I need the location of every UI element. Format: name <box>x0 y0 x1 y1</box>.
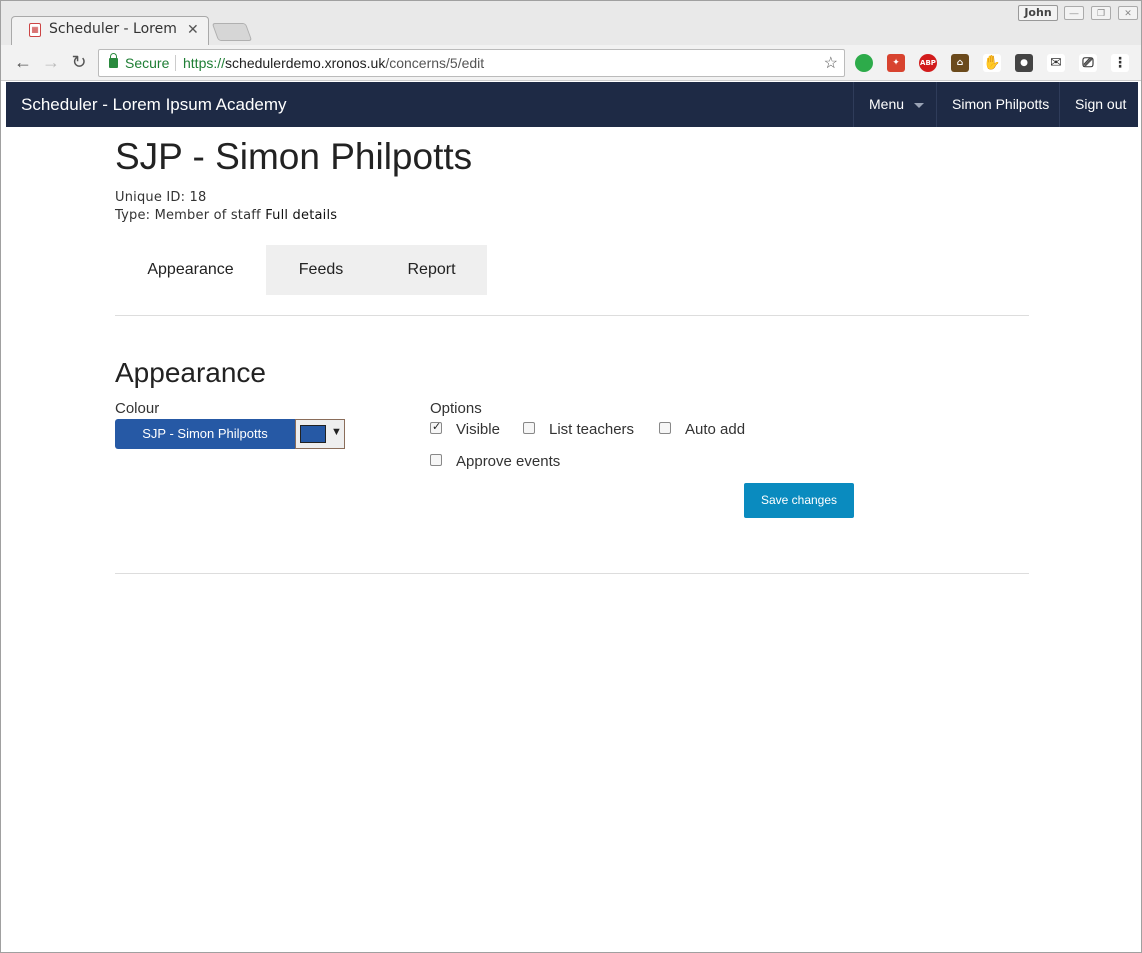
bottom-divider <box>115 573 1029 574</box>
brand-link[interactable]: Scheduler - Lorem Ipsum Academy <box>21 95 287 115</box>
address-separator <box>175 55 176 71</box>
app-navbar: Scheduler - Lorem Ipsum Academy Menu Sim… <box>6 82 1138 127</box>
menu-icon[interactable]: ⋮ <box>1111 54 1129 72</box>
colour-picker[interactable]: ▼ <box>295 419 345 449</box>
minimize-icon[interactable]: — <box>1064 6 1084 20</box>
nav-menu-dropdown[interactable]: Menu <box>853 82 937 127</box>
secure-label: Secure <box>125 55 170 71</box>
approve-events-checkbox[interactable] <box>430 454 442 466</box>
url-host: schedulerdemo.xronos.uk <box>225 55 386 71</box>
divider <box>115 315 1029 316</box>
new-tab-button[interactable] <box>211 23 253 41</box>
nav-user-link[interactable]: Simon Philpotts <box>936 82 1060 127</box>
tab-title: Scheduler - Lorem Ipsum Academy <box>49 21 179 37</box>
cast-icon[interactable]: ⎚ <box>1079 54 1097 72</box>
mail-check-icon[interactable]: ✉ <box>1047 54 1065 72</box>
approve-events-label: Approve events <box>456 453 561 470</box>
visible-label: Visible <box>456 421 500 438</box>
close-tab-icon[interactable]: ✕ <box>187 21 199 38</box>
lock-icon <box>109 53 118 68</box>
bookmark-star-icon[interactable]: ☆ <box>824 53 838 73</box>
address-bar[interactable]: Secure https://schedulerdemo.xronos.uk/c… <box>98 49 845 77</box>
section-heading: Appearance <box>115 357 267 388</box>
tab-report[interactable]: Report <box>376 245 487 295</box>
unique-id-text: Unique ID: 18 <box>115 190 207 205</box>
browser-window: ▦ Scheduler - Lorem Ipsum Academy ✕ John… <box>0 0 1142 953</box>
full-details-link[interactable]: Full details <box>265 208 337 223</box>
tab-feeds[interactable]: Feeds <box>266 245 376 295</box>
back-icon[interactable]: ← <box>12 51 34 73</box>
list-teachers-label: List teachers <box>549 421 635 438</box>
calendar-favicon-icon: ▦ <box>29 23 41 37</box>
visible-checkbox[interactable] <box>430 420 442 434</box>
profile-button[interactable]: John <box>1018 5 1058 21</box>
colour-swatch <box>300 425 326 443</box>
url-path: /concerns/5/edit <box>385 55 485 71</box>
nav-signout-link[interactable]: Sign out <box>1059 82 1138 127</box>
restore-icon[interactable]: ❐ <box>1091 6 1111 20</box>
page-title: SJP - Simon Philpotts <box>115 136 473 177</box>
type-line: Type: Member of staff Full details <box>115 208 337 223</box>
dropdown-arrow-icon: ▼ <box>331 426 342 438</box>
auto-add-label: Auto add <box>685 421 746 438</box>
lightbulb-icon[interactable]: ● <box>1015 54 1033 72</box>
extension-house-icon[interactable]: ⌂ <box>951 54 969 72</box>
type-text: Type: Member of staff <box>115 208 261 223</box>
forward-icon[interactable]: → <box>40 51 62 73</box>
reload-icon[interactable]: ↻ <box>68 51 90 73</box>
colour-preview-button[interactable]: SJP - Simon Philpotts <box>115 419 295 449</box>
caret-down-icon <box>914 102 925 108</box>
close-window-icon[interactable]: ✕ <box>1118 6 1138 20</box>
colour-label: Colour <box>115 400 160 417</box>
title-bar: ▦ Scheduler - Lorem Ipsum Academy ✕ John… <box>1 1 1141 46</box>
evernote-icon[interactable] <box>855 54 873 72</box>
nav-menu-label: Menu <box>869 96 905 112</box>
gnome-icon[interactable]: ✋ <box>983 54 1001 72</box>
url-scheme: https:// <box>183 55 226 71</box>
adblock-plus-icon[interactable]: ABP <box>919 54 937 72</box>
options-label: Options <box>430 400 482 417</box>
tab-appearance[interactable]: Appearance <box>115 245 266 295</box>
mendeley-icon[interactable]: ✦ <box>887 54 905 72</box>
auto-add-checkbox[interactable] <box>659 422 671 434</box>
url-text: https://schedulerdemo.xronos.uk/concerns… <box>183 55 484 71</box>
save-changes-button[interactable]: Save changes <box>744 483 854 518</box>
browser-toolbar: ← → ↻ Secure https://schedulerdemo.xrono… <box>1 45 1141 81</box>
list-teachers-checkbox[interactable] <box>523 422 535 434</box>
